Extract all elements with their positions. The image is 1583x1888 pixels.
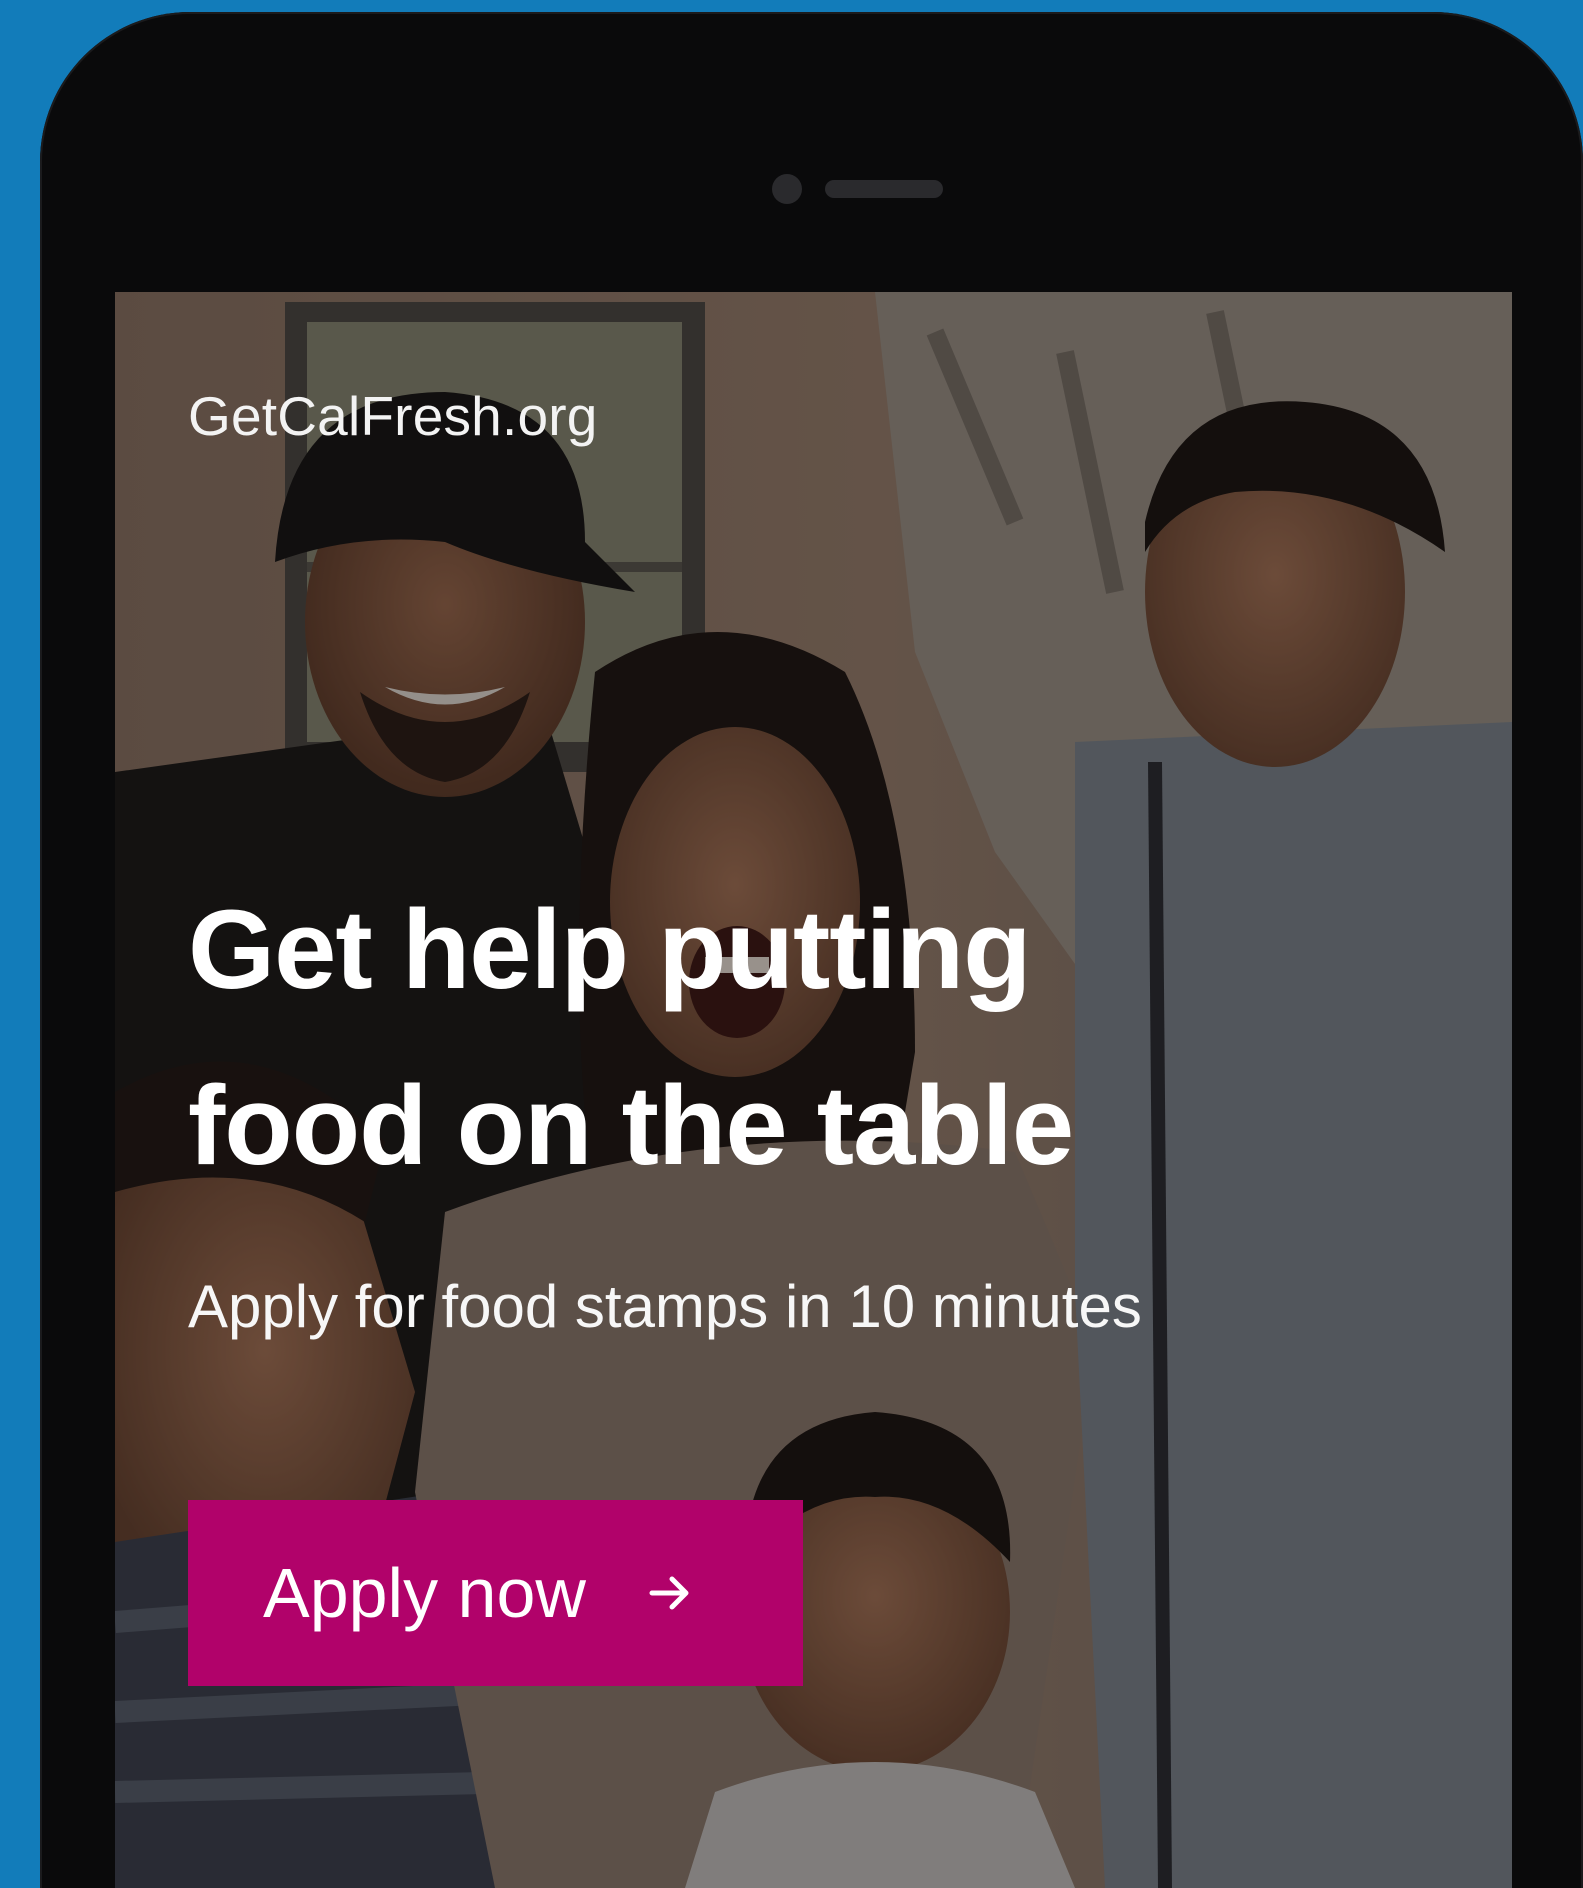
- phone-screen: GetCalFresh.org Get help putting food on…: [115, 292, 1512, 1888]
- apply-now-button[interactable]: Apply now: [188, 1500, 803, 1686]
- arrow-right-icon: [649, 1576, 689, 1610]
- earpiece-speaker: [825, 180, 943, 198]
- front-camera: [772, 174, 802, 204]
- marketing-page: GetCalFresh.org Get help putting food on…: [0, 0, 1583, 1888]
- subheadline: Apply for food stamps in 10 minutes: [188, 1273, 1142, 1340]
- apply-now-label: Apply now: [263, 1554, 586, 1632]
- site-brand[interactable]: GetCalFresh.org: [188, 384, 598, 448]
- headline-line-2: food on the table: [188, 1063, 1074, 1188]
- page-headline: Get help putting food on the table: [188, 862, 1338, 1214]
- headline-line-1: Get help putting: [188, 887, 1032, 1012]
